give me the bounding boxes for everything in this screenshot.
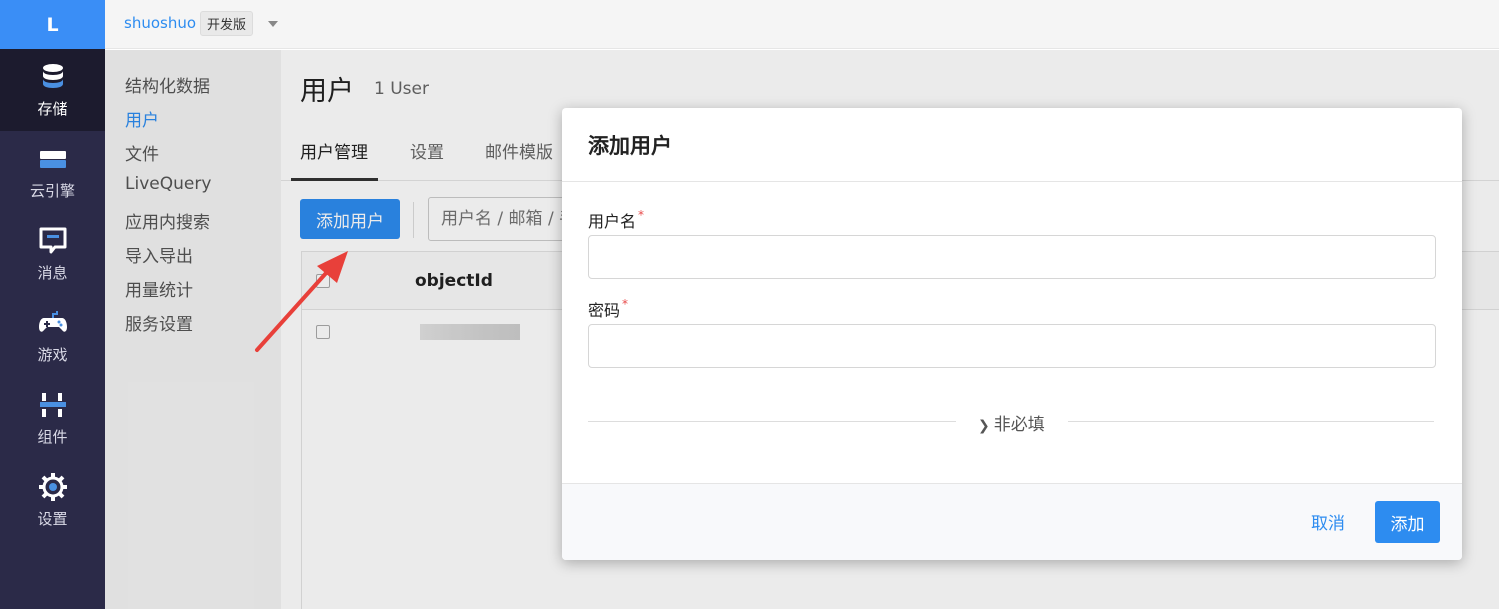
required-mark: * — [622, 297, 629, 311]
rail-label: 游戏 — [37, 345, 68, 364]
rail-item-games[interactable]: 游戏 — [0, 295, 105, 377]
message-icon — [39, 227, 66, 253]
optional-fields-toggle[interactable]: ❯ 非必填 — [978, 410, 1045, 435]
add-user-dialog: 添加用户 用户名 * 密码 * ❯ 非必填 取消 添加 — [562, 108, 1462, 560]
password-field[interactable] — [588, 324, 1436, 368]
dialog-footer: 取消 添加 — [562, 483, 1462, 560]
cancel-button[interactable]: 取消 — [1311, 509, 1345, 534]
rail-label: 组件 — [37, 427, 68, 446]
divider-line — [1068, 421, 1434, 422]
rail-label: 消息 — [37, 263, 68, 282]
database-icon — [42, 63, 63, 88]
app-logo[interactable]: L — [0, 0, 105, 49]
plan-badge: 开发版 — [200, 11, 254, 36]
add-button[interactable]: 添加 — [1375, 501, 1440, 543]
username-label: 用户名 * — [588, 208, 645, 231]
rail-item-messages[interactable]: 消息 — [0, 213, 105, 295]
rail-label: 设置 — [37, 509, 68, 528]
required-mark: * — [638, 208, 645, 222]
rail-item-cloud-engine[interactable]: 云引擎 — [0, 131, 105, 213]
icon-rail: L 存储 云引擎 消息 游戏 组件 设置 — [0, 0, 105, 609]
username-field[interactable] — [588, 235, 1436, 279]
components-icon — [39, 392, 66, 417]
server-icon — [39, 150, 66, 168]
gear-icon — [38, 472, 67, 501]
password-label: 密码 * — [588, 297, 629, 320]
rail-item-storage[interactable]: 存储 — [0, 49, 105, 131]
rail-label: 存储 — [37, 99, 68, 118]
rail-item-components[interactable]: 组件 — [0, 377, 105, 459]
gamepad-icon — [38, 310, 67, 332]
app-name[interactable]: shuoshuo — [124, 14, 196, 32]
top-bar: shuoshuo 开发版 — [105, 0, 1499, 49]
dialog-title: 添加用户 — [588, 134, 672, 158]
dialog-header-divider — [562, 181, 1462, 182]
chevron-right-icon: ❯ — [978, 418, 990, 434]
rail-item-settings[interactable]: 设置 — [0, 459, 105, 541]
chevron-down-icon[interactable] — [268, 21, 278, 27]
rail-label: 云引擎 — [29, 181, 75, 200]
divider-line — [588, 421, 956, 422]
